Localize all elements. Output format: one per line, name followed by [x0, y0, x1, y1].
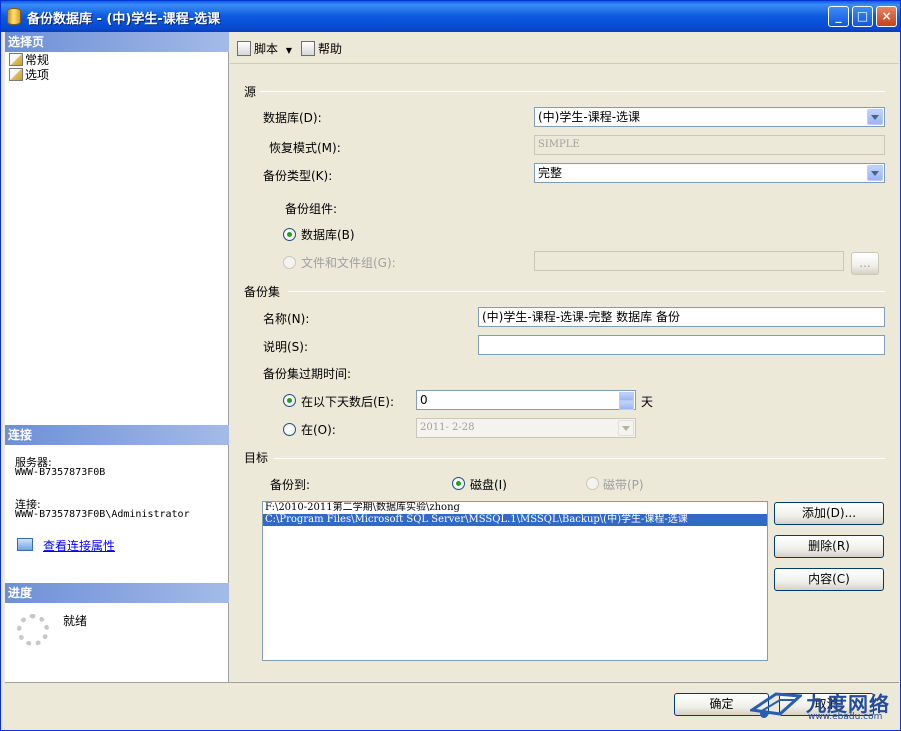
chevron-down-icon[interactable] — [867, 109, 883, 125]
description-input[interactable] — [478, 335, 885, 355]
recovery-model-label: 恢复模式(M): — [269, 141, 341, 155]
left-panel: 选择页 常规 选项 连接 服务器: WWW-B7357873F0B 连接: WW… — [5, 32, 229, 682]
list-item[interactable]: F:\2010-2011第二学期\数据库实验\zhong — [263, 502, 767, 514]
help-icon — [301, 41, 315, 56]
server-value: WWW-B7357873F0B — [15, 467, 106, 478]
page-item-options[interactable]: 选项 — [9, 68, 49, 83]
divider — [274, 458, 885, 459]
database-label: 数据库(D): — [263, 111, 322, 125]
backup-type-label: 备份类型(K): — [263, 169, 333, 183]
description-label: 说明(S): — [263, 340, 309, 354]
expire-on-date-radio[interactable] — [283, 423, 296, 436]
script-icon — [237, 41, 251, 56]
page-icon — [9, 53, 23, 66]
backup-type-select-value: 完整 — [538, 166, 563, 180]
add-destination-button[interactable]: 添加(D)... — [774, 502, 884, 525]
expire-after-days-label[interactable]: 在以下天数后(E): — [301, 393, 394, 410]
expire-date-picker[interactable]: 2011- 2-28 — [416, 418, 636, 438]
backup-name-label: 名称(N): — [263, 312, 310, 326]
watermark-url: www.ebadu.com — [808, 712, 883, 722]
minimize-button[interactable]: _ — [828, 6, 849, 27]
select-page-header: 选择页 — [5, 32, 229, 52]
watermark-icon — [750, 692, 802, 718]
progress-header: 进度 — [5, 583, 229, 603]
page-item-general[interactable]: 常规 — [9, 53, 49, 68]
spin-down-button[interactable] — [619, 401, 634, 410]
divider — [288, 291, 885, 292]
database-icon — [7, 8, 21, 25]
backup-to-label: 备份到: — [270, 478, 311, 492]
days-input[interactable]: 0 — [416, 390, 636, 410]
toolbar: 脚本 ▼ 帮助 — [230, 32, 899, 64]
progress-status: 就绪 — [63, 614, 88, 628]
divider — [260, 91, 885, 92]
expire-date-value: 2011- 2-28 — [420, 422, 475, 433]
list-item[interactable]: C:\Program Files\Microsoft SQL Server\MS… — [263, 514, 767, 526]
backup-name-input[interactable]: (中)学生-课程-选课-完整 数据库 备份 — [478, 307, 885, 327]
spin-up-button[interactable] — [619, 392, 634, 401]
connection-properties-icon — [17, 538, 33, 551]
backup-database-window: 备份数据库 - (中)学生-课程-选课 _ □ × 选择页 常规 选项 连接 服… — [0, 0, 901, 731]
chevron-down-icon[interactable]: ▼ — [286, 46, 292, 55]
backup-type-select[interactable]: 完整 — [534, 163, 885, 183]
title-bar[interactable]: 备份数据库 - (中)学生-课程-选课 _ □ × — [1, 1, 900, 32]
destination-group-title: 目标 — [244, 451, 269, 465]
backup-destination-list[interactable]: F:\2010-2011第二学期\数据库实验\zhong C:\Program … — [262, 501, 768, 661]
component-files-label[interactable]: 文件和文件组(G): — [301, 254, 396, 271]
backup-to-disk-radio[interactable] — [452, 477, 465, 490]
script-label: 脚本 — [254, 42, 279, 56]
progress-spinner-icon — [17, 614, 49, 646]
backup-to-disk-label[interactable]: 磁盘(I) — [470, 476, 507, 493]
main-panel: 源 数据库(D): (中)学生-课程-选课 恢复模式(M): SIMPLE 备份… — [230, 65, 899, 682]
expire-on-date-label[interactable]: 在(O): — [301, 421, 336, 438]
database-select[interactable]: (中)学生-课程-选课 — [534, 107, 885, 127]
page-item-label: 选项 — [25, 68, 50, 82]
page-item-label: 常规 — [25, 53, 50, 67]
browse-files-button[interactable]: ... — [851, 252, 879, 275]
maximize-button[interactable]: □ — [852, 6, 873, 27]
database-select-value: (中)学生-课程-选课 — [538, 110, 641, 124]
expire-after-days-radio[interactable] — [283, 394, 296, 407]
backup-set-group-title: 备份集 — [244, 285, 281, 299]
files-field — [534, 251, 844, 271]
help-label: 帮助 — [318, 42, 343, 56]
window-title: 备份数据库 - (中)学生-课程-选课 — [27, 12, 221, 27]
backup-to-tape-radio[interactable] — [586, 477, 599, 490]
chevron-down-icon[interactable] — [618, 420, 634, 436]
backup-component-label: 备份组件: — [285, 202, 338, 216]
component-database-label[interactable]: 数据库(B) — [301, 226, 355, 243]
watermark-logo: 九度网络 www.ebadu.com — [746, 684, 898, 728]
backup-to-tape-label[interactable]: 磁带(P) — [603, 476, 644, 493]
component-files-radio[interactable] — [283, 256, 296, 269]
connection-value: WWW-B7357873F0B\Administrator — [15, 509, 190, 520]
component-database-radio[interactable] — [283, 228, 296, 241]
days-unit: 天 — [641, 395, 654, 409]
page-icon — [9, 68, 23, 81]
contents-button[interactable]: 内容(C) — [774, 568, 884, 591]
chevron-down-icon[interactable] — [867, 165, 883, 181]
remove-destination-button[interactable]: 删除(R) — [774, 535, 884, 558]
close-button[interactable]: × — [876, 6, 897, 27]
expire-label: 备份集过期时间: — [263, 367, 352, 381]
view-connection-properties-link[interactable]: 查看连接属性 — [43, 537, 115, 554]
script-button[interactable]: 脚本 ▼ — [237, 40, 292, 57]
recovery-model-field: SIMPLE — [534, 135, 885, 155]
help-button[interactable]: 帮助 — [301, 40, 342, 57]
source-group-title: 源 — [244, 85, 257, 99]
connection-header: 连接 — [5, 425, 229, 445]
